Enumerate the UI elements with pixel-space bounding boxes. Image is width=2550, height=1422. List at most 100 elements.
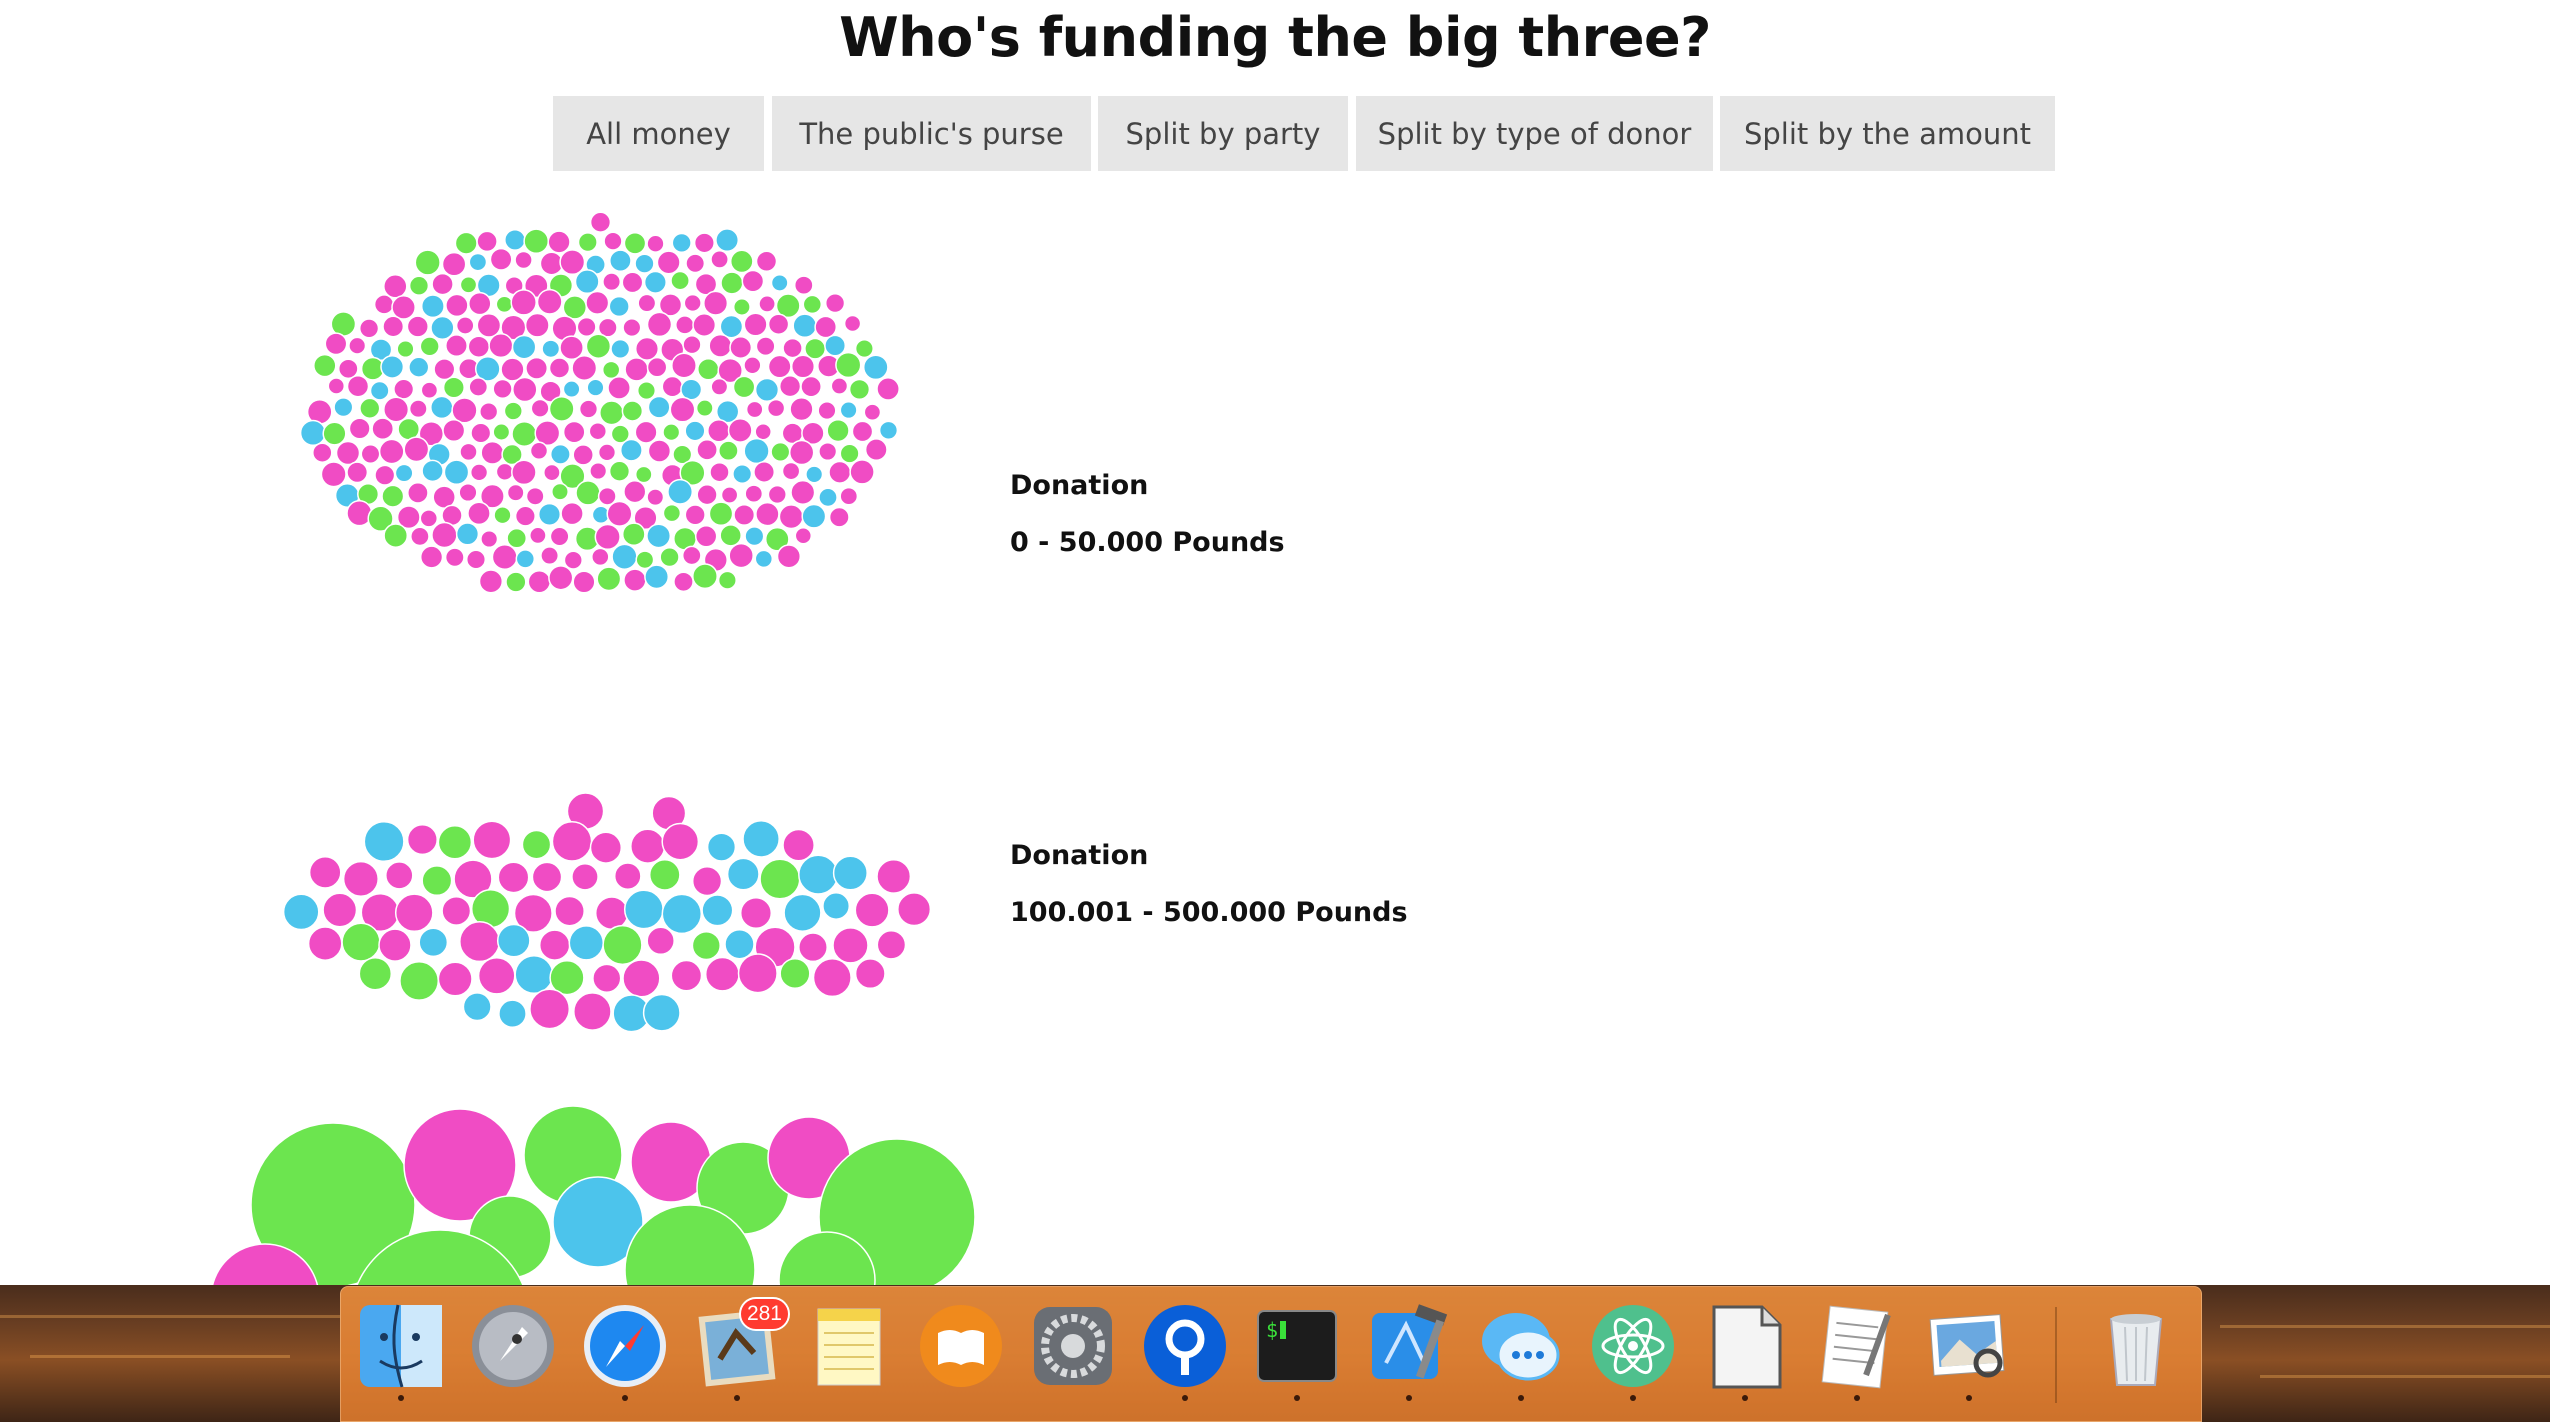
donation-bubble[interactable]: [312, 442, 333, 463]
donation-bubble[interactable]: [661, 375, 684, 398]
donation-bubble[interactable]: [778, 504, 804, 530]
donation-bubble[interactable]: [549, 443, 571, 465]
donation-bubble[interactable]: [623, 889, 664, 930]
donation-bubble[interactable]: [656, 250, 681, 275]
donation-bubble[interactable]: [454, 231, 478, 255]
donation-bubble[interactable]: [358, 956, 393, 991]
donation-bubble[interactable]: [573, 992, 612, 1031]
donation-bubble[interactable]: [715, 228, 740, 253]
donation-bubble[interactable]: [421, 865, 453, 897]
donation-bubble[interactable]: [862, 354, 889, 381]
donation-bubble[interactable]: [407, 482, 429, 504]
xcode-icon[interactable]: [1366, 1303, 1452, 1389]
donation-bubble[interactable]: [335, 440, 361, 466]
donation-bubble[interactable]: [536, 288, 563, 315]
donation-bubble[interactable]: [743, 437, 770, 465]
donation-bubble[interactable]: [578, 399, 599, 419]
donation-bubble[interactable]: [727, 417, 753, 443]
donation-bubble[interactable]: [697, 358, 720, 381]
donation-bubble[interactable]: [732, 298, 751, 316]
donation-bubble[interactable]: [770, 273, 789, 292]
donation-bubble[interactable]: [371, 417, 395, 441]
dock-item-launchpad[interactable]: [468, 1303, 558, 1403]
donation-bubble[interactable]: [525, 356, 549, 380]
donation-bubble[interactable]: [574, 269, 600, 295]
donation-bubble[interactable]: [717, 570, 737, 590]
donation-bubble[interactable]: [441, 895, 472, 926]
launchpad-icon[interactable]: [470, 1303, 556, 1389]
donation-bubble[interactable]: [529, 441, 549, 461]
donation-bubble[interactable]: [634, 465, 653, 484]
donation-bubble[interactable]: [525, 486, 545, 506]
donation-bubble[interactable]: [455, 316, 475, 335]
donation-bubble[interactable]: [511, 420, 538, 448]
donation-bubble[interactable]: [512, 376, 538, 403]
donation-bubble[interactable]: [322, 421, 347, 446]
donation-bubble[interactable]: [602, 924, 643, 966]
donation-bubble[interactable]: [767, 484, 787, 505]
donation-bubble[interactable]: [378, 438, 405, 465]
donation-bubble[interactable]: [541, 339, 561, 359]
donation-bubble[interactable]: [358, 318, 380, 339]
donation-bubble[interactable]: [540, 546, 560, 566]
donation-bubble[interactable]: [459, 442, 478, 462]
donation-bubble[interactable]: [333, 397, 354, 418]
donation-bubble[interactable]: [537, 502, 562, 526]
donation-bubble[interactable]: [724, 928, 755, 960]
donation-bubble[interactable]: [673, 571, 694, 593]
donation-bubble[interactable]: [577, 232, 598, 253]
donation-bubble[interactable]: [621, 271, 644, 294]
donation-bubble[interactable]: [445, 334, 468, 358]
donation-bubble[interactable]: [692, 313, 717, 337]
donation-bubble[interactable]: [373, 294, 395, 315]
donation-bubble[interactable]: [876, 929, 907, 960]
donation-bubble[interactable]: [510, 289, 537, 316]
donation-bubble[interactable]: [472, 820, 512, 860]
donation-bubble[interactable]: [588, 421, 608, 441]
system-preferences-icon[interactable]: [1030, 1303, 1116, 1389]
donation-bubble[interactable]: [506, 483, 525, 502]
donation-bubble[interactable]: [396, 339, 415, 359]
donation-bubble[interactable]: [744, 484, 764, 504]
donation-bubble[interactable]: [790, 354, 816, 379]
donation-bubble[interactable]: [609, 249, 632, 273]
donation-bubble[interactable]: [504, 228, 526, 251]
donation-bubble[interactable]: [876, 858, 912, 894]
donation-bubble[interactable]: [586, 378, 605, 397]
donation-bubble[interactable]: [506, 527, 528, 549]
donation-bubble[interactable]: [634, 420, 658, 444]
donation-bubble[interactable]: [419, 545, 444, 569]
donation-bubble[interactable]: [854, 892, 890, 928]
donation-bubble[interactable]: [313, 353, 337, 378]
dock-item-terminal[interactable]: $: [1252, 1303, 1342, 1403]
donation-bubble[interactable]: [710, 250, 729, 269]
dock-item-preview[interactable]: [1924, 1303, 2014, 1403]
preview-icon[interactable]: [1926, 1303, 2012, 1389]
donation-bubble[interactable]: [606, 500, 633, 527]
donation-bubble[interactable]: [754, 549, 774, 569]
donation-bubble[interactable]: [755, 501, 780, 527]
donation-bubble[interactable]: [758, 295, 776, 313]
donation-bubble[interactable]: [694, 525, 718, 548]
donation-bubble[interactable]: [442, 418, 466, 443]
donation-bubble[interactable]: [692, 563, 718, 590]
donation-bubble[interactable]: [459, 921, 501, 963]
donation-bubble[interactable]: [543, 463, 561, 482]
donation-bubble[interactable]: [647, 439, 672, 463]
donation-bubble[interactable]: [477, 956, 516, 995]
donation-bubble[interactable]: [646, 523, 672, 549]
donation-bubble[interactable]: [624, 357, 649, 382]
donation-bubble[interactable]: [497, 861, 530, 894]
donation-bubble[interactable]: [562, 420, 586, 444]
donation-bubble[interactable]: [374, 464, 396, 486]
dock-item-sourcetree[interactable]: [1140, 1303, 1230, 1403]
donation-bubble[interactable]: [682, 335, 702, 355]
donation-bubble[interactable]: [529, 988, 571, 1030]
donation-bubble[interactable]: [648, 859, 681, 891]
donation-bubble[interactable]: [420, 294, 445, 319]
donation-bubble[interactable]: [729, 336, 753, 359]
donation-bubble[interactable]: [741, 269, 765, 293]
donation-bubble[interactable]: [596, 566, 622, 592]
donation-bubble[interactable]: [420, 381, 439, 400]
donation-bubble[interactable]: [863, 403, 882, 422]
